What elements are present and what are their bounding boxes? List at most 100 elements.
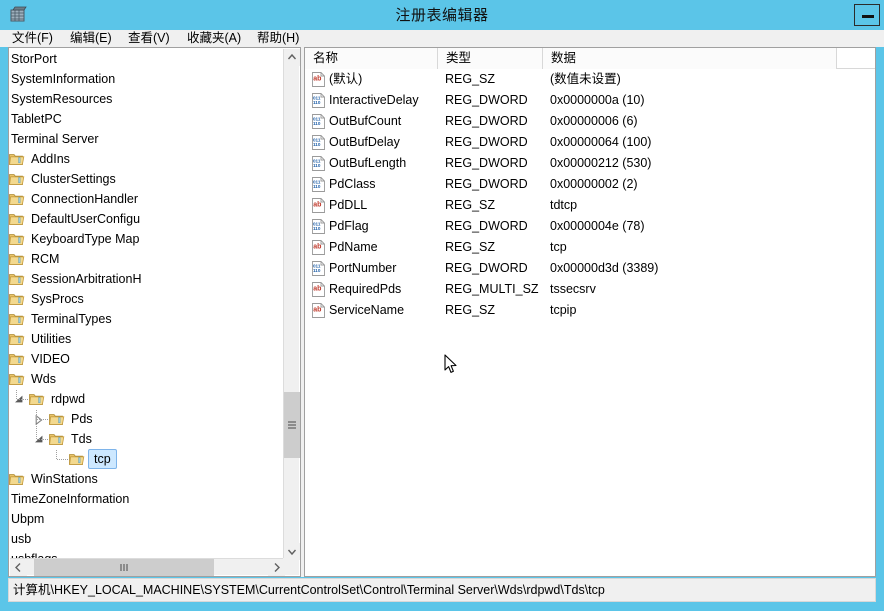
value-data-cell: 0x00000064 (100) bbox=[550, 135, 652, 149]
menu-favorites[interactable]: 收藏夹(A) bbox=[183, 30, 245, 47]
tree-item[interactable]: SystemInformation bbox=[9, 69, 285, 89]
dword-value-icon: 011 110 bbox=[311, 135, 326, 150]
value-row[interactable]: 011 110 OutBufCount REG_DWORD 0x00000006 (6) bbox=[305, 111, 875, 132]
string-value-icon: ab bbox=[311, 240, 326, 255]
value-data-cell: tdtcp bbox=[550, 198, 578, 212]
minimize-button[interactable] bbox=[854, 4, 880, 26]
value-row[interactable]: ab PdName REG_SZ tcp bbox=[305, 237, 875, 258]
tree-horizontal-scrollbar[interactable] bbox=[10, 558, 285, 576]
value-name-cell: PdDLL bbox=[329, 198, 368, 212]
tree-item[interactable]: AddIns bbox=[9, 149, 285, 169]
value-row[interactable]: ab (默认) REG_SZ (数值未设置) bbox=[305, 69, 875, 90]
tree-item[interactable]: TerminalTypes bbox=[9, 309, 285, 329]
registry-tree-viewport: StorPort SystemInformation SystemResources… bbox=[9, 48, 285, 559]
tree-item[interactable]: SessionArbitrationH bbox=[9, 269, 285, 289]
folder-icon bbox=[9, 212, 25, 226]
tree-horizontal-scrollbar-thumb[interactable] bbox=[34, 559, 214, 576]
value-name-cell: PdName bbox=[329, 240, 378, 254]
svg-text:110: 110 bbox=[313, 268, 321, 273]
string-value-icon: ab bbox=[311, 72, 326, 87]
value-row[interactable]: ab RequiredPds REG_MULTI_SZ tssecsrv bbox=[305, 279, 875, 300]
value-row[interactable]: 011 110 PdClass REG_DWORD 0x00000002 (2) bbox=[305, 174, 875, 195]
value-type-cell: REG_DWORD bbox=[445, 135, 528, 149]
svg-text:ab: ab bbox=[313, 286, 321, 293]
tree-item[interactable]: WinStations bbox=[9, 469, 285, 489]
tree-item[interactable]: DefaultUserConfigu bbox=[9, 209, 285, 229]
tree-item[interactable]: usb bbox=[9, 529, 285, 549]
svg-text:ab: ab bbox=[313, 244, 321, 251]
value-type-cell: REG_DWORD bbox=[445, 177, 528, 191]
folder-icon bbox=[9, 352, 25, 366]
value-name-cell: PdFlag bbox=[329, 219, 369, 233]
svg-text:110: 110 bbox=[313, 226, 321, 231]
scroll-up-icon[interactable] bbox=[284, 49, 300, 66]
value-type-cell: REG_DWORD bbox=[445, 261, 528, 275]
column-header-label: 名称 bbox=[313, 51, 339, 65]
svg-text:110: 110 bbox=[313, 163, 321, 168]
tree-item[interactable]: SystemResources bbox=[9, 89, 285, 109]
tree-item[interactable]: SysProcs bbox=[9, 289, 285, 309]
value-type-cell: REG_SZ bbox=[445, 240, 496, 254]
folder-icon bbox=[49, 432, 65, 446]
registry-tree-pane[interactable]: StorPort SystemInformation SystemResources… bbox=[8, 47, 301, 577]
value-row[interactable]: 011 110 InteractiveDelay REG_DWORD 0x0000000… bbox=[305, 90, 875, 111]
value-type-cell: REG_DWORD bbox=[445, 114, 528, 128]
tree-item[interactable]: TimeZoneInformation bbox=[9, 489, 285, 509]
tree-guide-line bbox=[36, 410, 37, 440]
tree-item[interactable]: TabletPC bbox=[9, 109, 285, 129]
folder-icon bbox=[29, 392, 45, 406]
value-type-cell: REG_DWORD bbox=[445, 219, 528, 233]
tree-item-label: TimeZoneInformation bbox=[11, 492, 130, 506]
tree-guide-line bbox=[57, 459, 68, 460]
tree-item-label: Wds bbox=[31, 372, 56, 386]
menu-view[interactable]: 查看(V) bbox=[124, 30, 174, 47]
tree-item[interactable]: Tds bbox=[9, 429, 285, 449]
tree-item[interactable]: Terminal Server bbox=[9, 129, 285, 149]
value-row[interactable]: ab PdDLL REG_SZ tdtcp bbox=[305, 195, 875, 216]
folder-icon bbox=[9, 192, 25, 206]
tree-item[interactable]: Pds bbox=[9, 409, 285, 429]
tree-item[interactable]: Wds bbox=[9, 369, 285, 389]
tree-item[interactable]: Ubpm bbox=[9, 509, 285, 529]
tree-item[interactable]: ClusterSettings bbox=[9, 169, 285, 189]
dword-value-icon: 011 110 bbox=[311, 93, 326, 108]
scroll-left-icon[interactable] bbox=[10, 559, 27, 576]
tree-item[interactable]: VIDEO bbox=[9, 349, 285, 369]
menu-bar: 文件(F) 编辑(E) 查看(V) 收藏夹(A) 帮助(H) bbox=[0, 30, 884, 47]
value-type-cell: REG_MULTI_SZ bbox=[445, 282, 539, 296]
tree-item[interactable]: StorPort bbox=[9, 49, 285, 69]
value-row[interactable]: 011 110 PdFlag REG_DWORD 0x0000004e (78) bbox=[305, 216, 875, 237]
folder-icon bbox=[9, 252, 25, 266]
tree-item-label: SessionArbitrationH bbox=[31, 272, 142, 286]
tree-item[interactable]: ConnectionHandler bbox=[9, 189, 285, 209]
tree-vertical-scrollbar[interactable] bbox=[283, 49, 300, 560]
value-data-cell: 0x00000006 (6) bbox=[550, 114, 638, 128]
svg-text:ab: ab bbox=[313, 202, 321, 209]
tree-item-selected[interactable]: tcp bbox=[9, 449, 285, 469]
menu-file[interactable]: 文件(F) bbox=[8, 30, 57, 47]
tree-item[interactable]: KeyboardType Map bbox=[9, 229, 285, 249]
values-column-header: 名称 类型 数据 bbox=[305, 48, 875, 69]
value-row[interactable]: 011 110 OutBufLength REG_DWORD 0x00000212 (5… bbox=[305, 153, 875, 174]
tree-vertical-scrollbar-thumb[interactable] bbox=[284, 392, 300, 458]
dword-value-icon: 011 110 bbox=[311, 177, 326, 192]
tree-item-label: usb bbox=[11, 532, 32, 546]
menu-edit[interactable]: 编辑(E) bbox=[66, 30, 116, 47]
registry-values-pane[interactable]: 名称 类型 数据 ab (默认) REG_SZ (数值未设置) 011 110 Interact… bbox=[304, 47, 876, 577]
dword-value-icon: 011 110 bbox=[311, 219, 326, 234]
dword-value-icon: 011 110 bbox=[311, 261, 326, 276]
value-row[interactable]: 011 110 PortNumber REG_DWORD 0x00000d3d (338… bbox=[305, 258, 875, 279]
value-row[interactable]: 011 110 OutBufDelay REG_DWORD 0x00000064 (10… bbox=[305, 132, 875, 153]
menu-help[interactable]: 帮助(H) bbox=[253, 30, 303, 47]
column-header-type[interactable]: 类型 bbox=[438, 48, 543, 69]
column-header-name[interactable]: 名称 bbox=[305, 48, 438, 69]
svg-text:110: 110 bbox=[313, 184, 321, 189]
value-data-cell: 0x00000d3d (3389) bbox=[550, 261, 659, 275]
tree-item[interactable]: RCM bbox=[9, 249, 285, 269]
column-header-label: 数据 bbox=[551, 51, 577, 65]
tree-item[interactable]: rdpwd bbox=[9, 389, 285, 409]
tree-item-label: ClusterSettings bbox=[31, 172, 116, 186]
column-header-data[interactable]: 数据 bbox=[543, 48, 837, 69]
value-row[interactable]: ab ServiceName REG_SZ tcpip bbox=[305, 300, 875, 321]
tree-item[interactable]: Utilities bbox=[9, 329, 285, 349]
